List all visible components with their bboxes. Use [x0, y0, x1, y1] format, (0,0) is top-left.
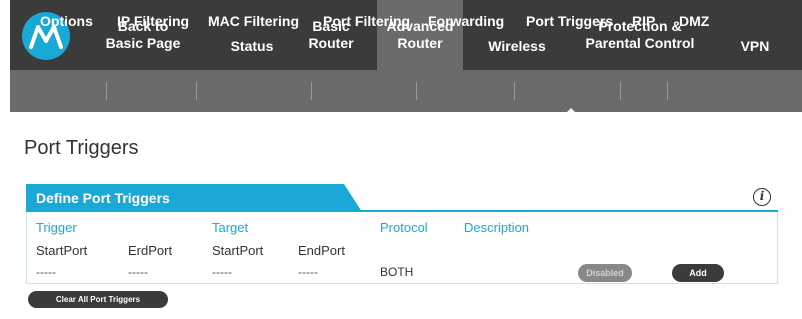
subnav-forwarding[interactable]: Forwarding	[428, 0, 504, 42]
column-header-description: Description	[464, 220, 530, 235]
subnav-rip[interactable]: RIP	[632, 0, 655, 42]
subnav-divider	[514, 82, 515, 100]
subnav-port-triggers[interactable]: Port Triggers	[526, 0, 613, 42]
subnav-port-filtering[interactable]: Port Filtering	[323, 0, 410, 42]
subnav-divider	[196, 82, 197, 100]
disabled-button[interactable]: Disabled	[578, 264, 632, 282]
subnav-ip-filtering[interactable]: IP Filtering	[117, 0, 189, 42]
trigger-start-port-value: -----	[36, 265, 56, 279]
column-header-trigger: Trigger	[36, 220, 77, 235]
subheader-target-start-port: StartPort	[212, 243, 264, 258]
target-start-port-value: -----	[212, 265, 232, 279]
subnav-divider	[311, 82, 312, 100]
subheader-target-end-port: EndPort	[298, 243, 345, 258]
subnav-options[interactable]: Options	[40, 0, 93, 42]
subheader-trigger-start-port: StartPort	[36, 243, 88, 258]
sub-nav	[10, 70, 802, 112]
subnav-dmz[interactable]: DMZ	[679, 0, 709, 42]
section-title: Define Port Triggers	[36, 190, 170, 206]
subheader-trigger-end-port: ErdPort	[128, 243, 173, 258]
page-title: Port Triggers	[24, 137, 139, 159]
subnav-divider	[620, 82, 621, 100]
trigger-end-port-value: -----	[128, 265, 148, 279]
subnav-mac-filtering[interactable]: MAC Filtering	[208, 0, 299, 42]
subnav-divider	[667, 82, 668, 100]
subnav-divider	[416, 82, 417, 100]
clear-all-port-triggers-button[interactable]: Clear All Port Triggers	[28, 291, 168, 308]
nav-vpn[interactable]: VPN	[725, 0, 785, 70]
nav-label: VPN	[740, 37, 770, 54]
target-end-port-value: -----	[298, 265, 318, 279]
info-icon[interactable]: i	[753, 188, 771, 206]
column-header-target: Target	[212, 220, 249, 235]
add-button[interactable]: Add	[672, 264, 724, 282]
protocol-value: BOTH	[380, 265, 414, 279]
subnav-divider	[106, 82, 107, 100]
column-header-protocol: Protocol	[380, 220, 428, 235]
